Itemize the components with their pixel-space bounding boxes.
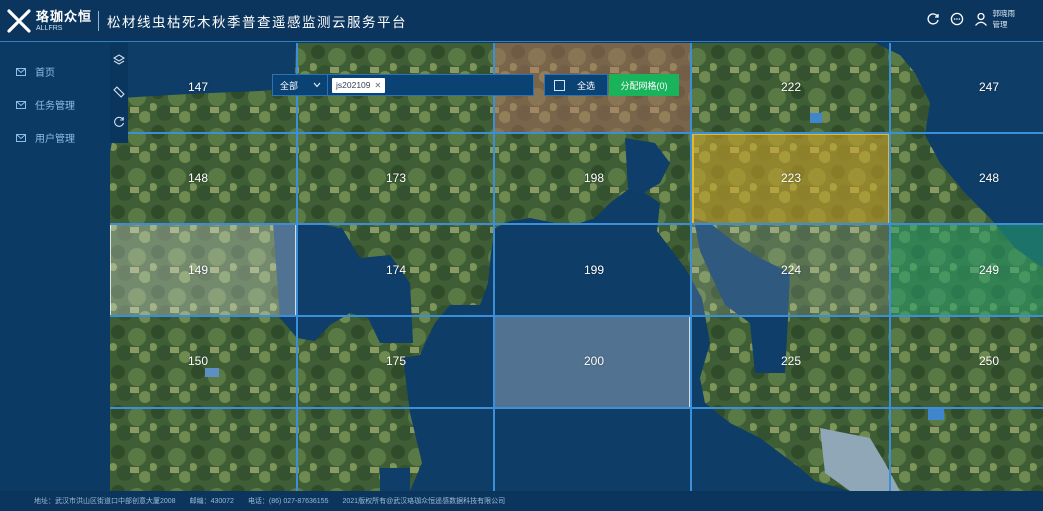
assign-grid-button[interactable]: 分配网格(0): [609, 74, 679, 96]
sidebar: 首页 任务管理 用户管理: [0, 43, 110, 491]
grid-cell-label: 173: [385, 171, 407, 185]
chevron-down-icon: [313, 82, 321, 88]
grid-line-vertical: [690, 43, 692, 491]
header-divider: [98, 10, 100, 31]
grid-line-vertical: [889, 43, 891, 491]
reset-icon[interactable]: [112, 115, 126, 129]
grid-cell-label: 174: [385, 263, 407, 277]
mail-icon: [16, 133, 26, 142]
grid-cell-249[interactable]: [890, 224, 1043, 316]
sidebar-item-home[interactable]: 首页: [0, 55, 110, 88]
refresh-icon[interactable]: [925, 11, 941, 27]
grid-cell-label: 248: [978, 171, 1000, 185]
map-tool-strip: [110, 43, 128, 143]
grid-line-horizontal: [110, 223, 1043, 225]
footer-address: 地址：武汉市洪山区街道口中部创意大厦2008: [34, 498, 176, 505]
sidebar-item-label: 任务管理: [35, 101, 75, 112]
ruler-icon[interactable]: [112, 85, 126, 99]
mail-icon: [16, 100, 26, 109]
task-select-value: 全部: [280, 80, 299, 91]
task-filter: 全部 js202109 ✕: [272, 74, 534, 96]
task-tag: js202109 ✕: [332, 77, 386, 93]
grid-line-vertical: [493, 43, 495, 491]
select-all-checkbox[interactable]: [554, 79, 565, 91]
task-tag-input[interactable]: js202109 ✕: [328, 74, 534, 96]
user-name: 郭晓雨: [992, 9, 1016, 18]
app-header: 珞珈众恒 ALLFRS 松材线虫枯死木秋季普查遥感监测云服务平台 郭晓雨 管理: [0, 0, 1043, 42]
footer: 地址：武汉市洪山区街道口中部创意大厦2008 邮编：430072 电话：(86)…: [0, 491, 1043, 511]
close-icon[interactable]: ✕: [375, 81, 382, 90]
grid-line-horizontal: [110, 407, 1043, 409]
page-title: 松材线虫枯死木秋季普查遥感监测云服务平台: [107, 14, 408, 30]
grid-line-horizontal: [110, 315, 1043, 317]
grid-line-horizontal: [110, 132, 1043, 134]
task-select[interactable]: 全部: [272, 74, 328, 96]
logo-name: 珞珈众恒: [36, 8, 93, 24]
logo-mark-icon: [7, 8, 31, 33]
grid-cell-label: 247: [978, 80, 1000, 94]
grid-line-vertical: [296, 43, 298, 491]
select-all-toggle[interactable]: 全选: [544, 74, 608, 96]
footer-copyright: 2021版权所有@武汉珞珈众恒遥感数据科技有限公司: [342, 498, 506, 505]
message-icon[interactable]: [949, 11, 965, 27]
user-role: 管理: [992, 20, 1008, 29]
select-all-label: 全选: [577, 80, 596, 91]
grid-cell-label: 250: [978, 354, 1000, 368]
footer-postcode: 邮编：430072: [189, 498, 234, 505]
grid-cell-label: 200: [583, 354, 605, 368]
grid-cell-label: 222: [780, 80, 802, 94]
footer-phone: 电话：(86) 027-87636155: [247, 498, 329, 505]
logo: 珞珈众恒 ALLFRS: [6, 8, 92, 34]
sidebar-item-label: 用户管理: [35, 134, 75, 145]
sidebar-item-tasks[interactable]: 任务管理: [0, 88, 110, 121]
grid-cell-label: 249: [978, 263, 1000, 277]
sidebar-item-label: 首页: [35, 68, 55, 79]
layers-icon[interactable]: [112, 53, 126, 67]
grid-cell-label: 224: [780, 263, 802, 277]
map-view[interactable]: 147 148 149 150 173 174 175 198 199 200 …: [110, 43, 1043, 491]
grid-cell-label: 150: [187, 354, 209, 368]
grid-cell-label: 223: [780, 171, 802, 185]
mail-icon: [16, 67, 26, 76]
user-info[interactable]: 郭晓雨 管理: [993, 8, 1016, 30]
grid-cell-label: 225: [780, 354, 802, 368]
grid-cell-label: 148: [187, 171, 209, 185]
grid-cell-label: 149: [187, 263, 209, 277]
grid-cell-label: 147: [187, 80, 209, 94]
logo-english: ALLFRS: [36, 24, 63, 32]
user-icon[interactable]: [973, 11, 989, 27]
sidebar-item-users[interactable]: 用户管理: [0, 121, 110, 154]
task-tag-label: js202109: [336, 80, 371, 90]
grid-cell-label: 175: [385, 354, 407, 368]
grid-cell-label: 199: [583, 263, 605, 277]
grid-cell-label: 198: [583, 171, 605, 185]
